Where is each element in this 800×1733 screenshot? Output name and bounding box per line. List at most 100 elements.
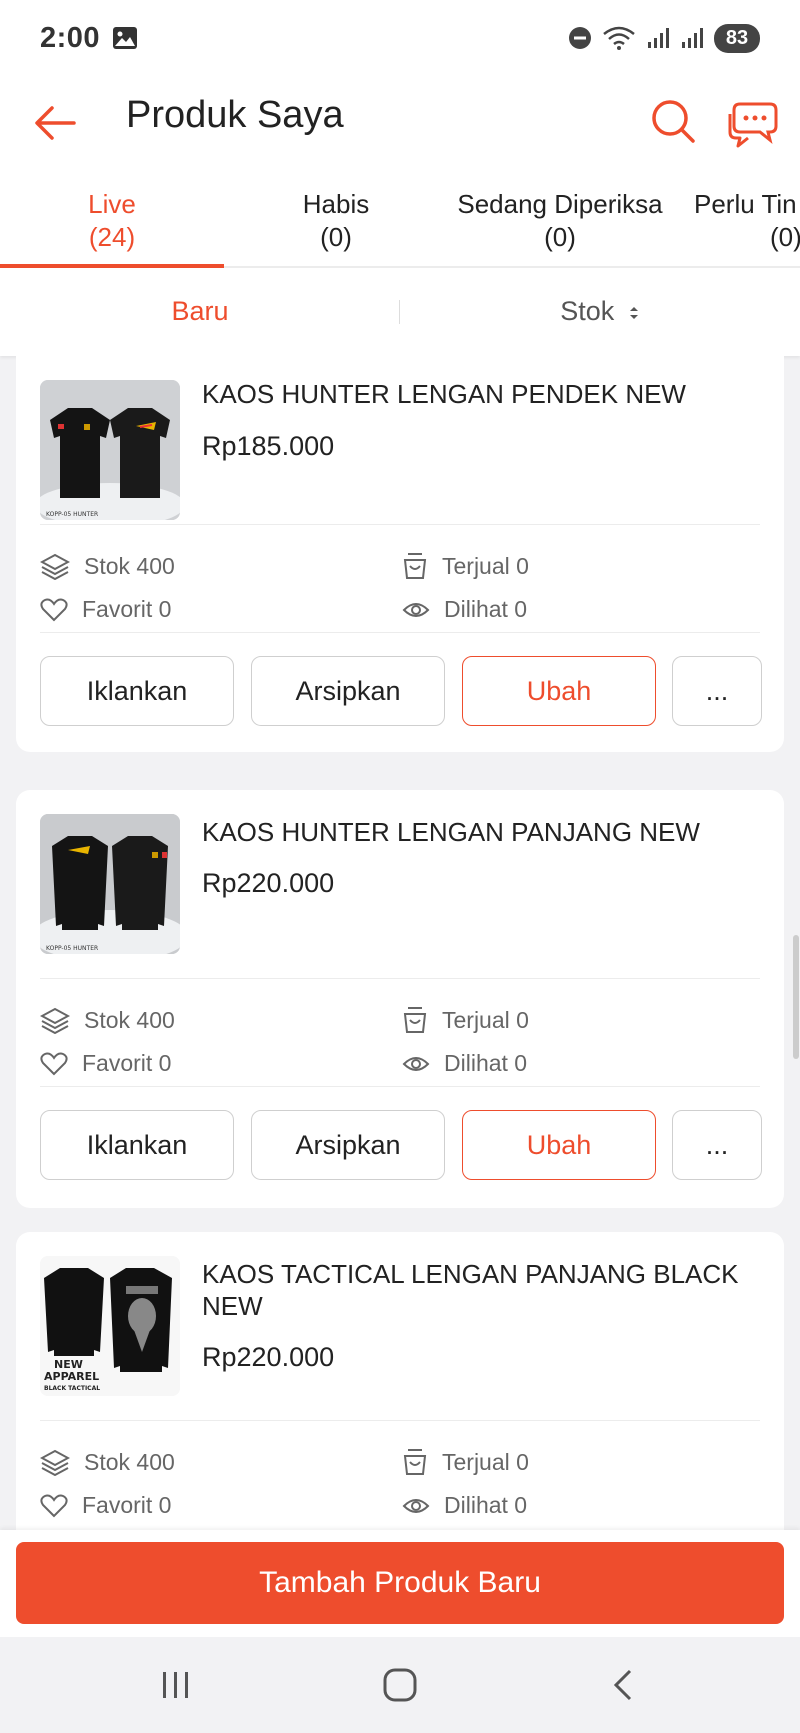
sold-stat: Terjual 0	[402, 1006, 529, 1034]
favorite-value: Favorit 0	[82, 1492, 172, 1518]
eye-icon	[402, 1498, 430, 1513]
back-arrow-icon[interactable]	[30, 98, 80, 148]
favorite-value: Favorit 0	[82, 596, 172, 622]
tab-count: (0)	[544, 222, 576, 252]
status-tabs: Live (24) Habis (0) Sedang Diperiksa (0)…	[0, 176, 800, 268]
basket-icon	[403, 553, 427, 579]
views-stat: Dilihat 0	[402, 1050, 527, 1077]
sort-bar: Baru Stok	[0, 268, 800, 356]
product-card: KOPP-05 HUNTER KAOS HUNTER LENGAN PENDEK…	[16, 356, 784, 752]
thumb-caption: APPAREL	[44, 1370, 99, 1383]
stock-value: Stok 400	[84, 1448, 175, 1475]
basket-icon	[403, 1449, 427, 1475]
sort-stock-button[interactable]: Stok	[400, 296, 800, 327]
product-image[interactable]: KOPP-05 HUNTER	[40, 380, 180, 520]
product-price: Rp220.000	[202, 1342, 335, 1372]
views-stat: Dilihat 0	[402, 596, 527, 623]
archive-button[interactable]: Arsipkan	[251, 656, 445, 726]
divider	[40, 1086, 760, 1087]
sort-arrows-icon	[629, 306, 638, 319]
promote-button[interactable]: Iklankan	[40, 1110, 234, 1180]
stock-stat: Stok 400	[40, 1006, 175, 1034]
more-button[interactable]: ...	[672, 1110, 762, 1180]
archive-button[interactable]: Arsipkan	[251, 1110, 445, 1180]
favorite-stat: Favorit 0	[40, 1492, 171, 1519]
tab-habis[interactable]: Habis (0)	[224, 188, 448, 254]
status-icons: 83	[568, 23, 760, 53]
thumb-caption: KOPP-05 HUNTER	[46, 511, 98, 518]
product-price: Rp220.000	[202, 868, 335, 898]
product-card: NEW APPAREL BLACK TACTICAL KAOS TACTICAL…	[16, 1232, 784, 1530]
divider	[40, 524, 760, 525]
add-product-button[interactable]: Tambah Produk Baru	[16, 1542, 784, 1624]
layers-icon	[40, 553, 70, 580]
tab-live[interactable]: Live (24)	[0, 188, 224, 254]
heart-icon	[40, 1494, 68, 1517]
tab-label: Sedang Diperiksa	[457, 189, 663, 219]
layers-icon	[40, 1449, 70, 1476]
chat-icon[interactable]	[726, 96, 780, 148]
product-image[interactable]: NEW APPAREL BLACK TACTICAL	[40, 1256, 180, 1396]
sold-stat: Terjual 0	[402, 552, 529, 580]
thumb-caption: BLACK TACTICAL	[44, 1385, 100, 1392]
layers-icon	[40, 1007, 70, 1034]
home-icon[interactable]	[380, 1667, 420, 1703]
status-bar: 2:00 83	[0, 0, 800, 76]
views-value: Dilihat 0	[444, 596, 528, 622]
edit-button[interactable]: Ubah	[462, 656, 656, 726]
favorite-stat: Favorit 0	[40, 1050, 171, 1077]
system-nav-bar	[0, 1637, 800, 1733]
edit-button[interactable]: Ubah	[462, 1110, 656, 1180]
stock-value: Stok 400	[84, 552, 175, 579]
stock-stat: Stok 400	[40, 552, 175, 580]
nav-back-icon[interactable]	[608, 1667, 638, 1703]
bottom-panel: Tambah Produk Baru	[0, 1530, 800, 1637]
stock-stat: Stok 400	[40, 1448, 175, 1476]
action-row: Iklankan Arsipkan Ubah ...	[40, 1110, 762, 1180]
recent-apps-icon[interactable]	[158, 1667, 194, 1703]
product-photo: KOPP-05 HUNTER	[40, 814, 180, 954]
wifi-icon	[603, 26, 635, 50]
search-icon[interactable]	[648, 96, 698, 146]
tab-label: Perlu Tin	[694, 189, 797, 219]
views-value: Dilihat 0	[444, 1492, 528, 1518]
divider	[40, 1420, 760, 1421]
sold-value: Terjual 0	[442, 1448, 529, 1475]
divider	[40, 978, 760, 979]
tab-perlu-tindakan[interactable]: Perlu Tin (0)	[694, 188, 800, 254]
views-value: Dilihat 0	[444, 1050, 528, 1076]
sold-value: Terjual 0	[442, 1006, 529, 1033]
more-button[interactable]: ...	[672, 656, 762, 726]
thumb-caption: KOPP-05 HUNTER	[46, 945, 98, 952]
sort-new-button[interactable]: Baru	[0, 296, 400, 327]
favorite-value: Favorit 0	[82, 1050, 172, 1076]
product-image[interactable]: KOPP-05 HUNTER	[40, 814, 180, 954]
heart-icon	[40, 1052, 68, 1075]
tab-count: (24)	[88, 222, 136, 252]
action-row: Iklankan Arsipkan Ubah ...	[40, 656, 762, 726]
tab-sedang-diperiksa[interactable]: Sedang Diperiksa (0)	[448, 188, 672, 254]
status-time: 2:00	[40, 21, 101, 54]
eye-icon	[402, 1056, 430, 1071]
tab-label: Habis	[302, 189, 370, 219]
signal-icon	[648, 28, 669, 48]
tab-label: Live	[88, 189, 136, 219]
product-list[interactable]: KOPP-05 HUNTER KAOS HUNTER LENGAN PENDEK…	[0, 356, 800, 1530]
tab-count: (0)	[320, 222, 352, 252]
eye-icon	[402, 602, 430, 617]
favorite-stat: Favorit 0	[40, 596, 171, 623]
product-card: KOPP-05 HUNTER KAOS HUNTER LENGAN PANJAN…	[16, 790, 784, 1208]
divider	[40, 632, 760, 633]
dnd-icon	[569, 27, 591, 49]
stock-value: Stok 400	[84, 1006, 175, 1033]
promote-button[interactable]: Iklankan	[40, 656, 234, 726]
product-name: KAOS HUNTER LENGAN PENDEK NEW	[202, 379, 686, 409]
signal-icon-2	[682, 28, 703, 48]
heart-icon	[40, 598, 68, 621]
product-photo: NEW APPAREL BLACK TACTICAL	[40, 1256, 180, 1396]
scrollbar[interactable]	[793, 935, 799, 1059]
app-bar: Produk Saya	[0, 76, 800, 176]
product-photo: KOPP-05 HUNTER	[40, 380, 180, 520]
page-title: Produk Saya	[126, 94, 344, 136]
product-name: KAOS TACTICAL LENGAN PANJANG BLACK NEW	[202, 1259, 739, 1321]
